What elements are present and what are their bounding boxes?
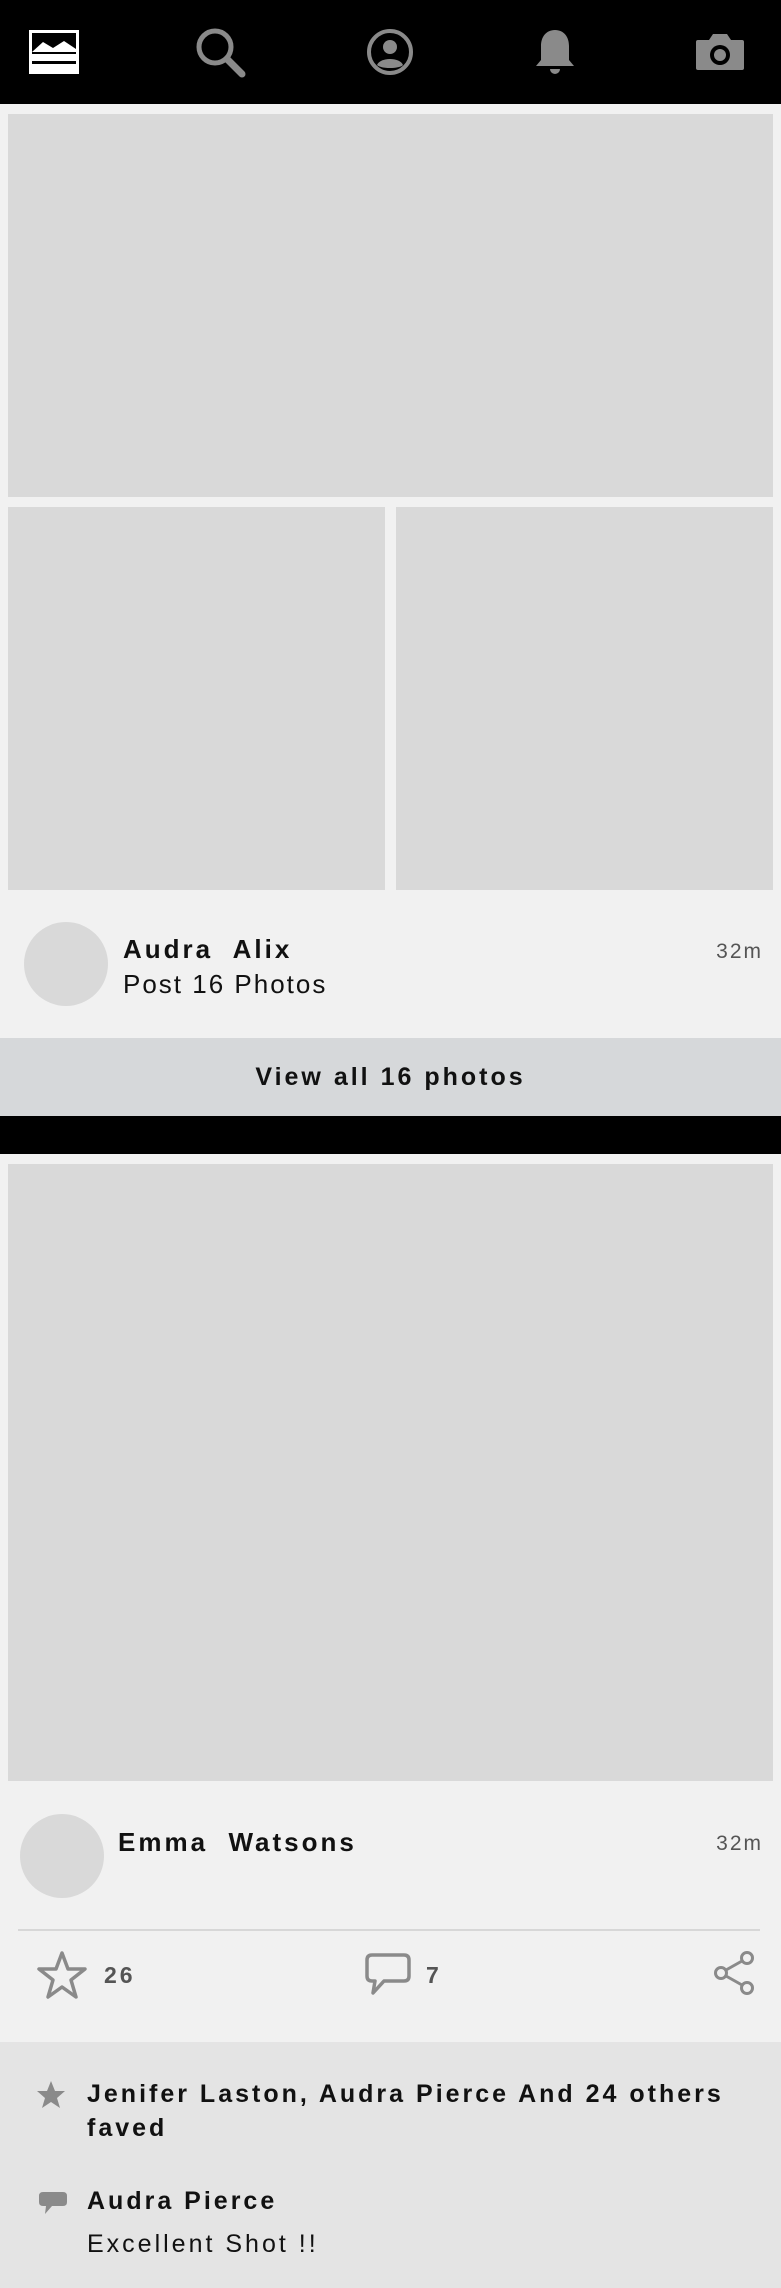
- post-photo-large[interactable]: [8, 114, 773, 497]
- post-timestamp: 32m: [716, 1832, 763, 1855]
- avatar[interactable]: [20, 1814, 104, 1898]
- activity-section: Jenifer Laston, Audra Pierce And 24 othe…: [0, 2042, 781, 2288]
- fav-button[interactable]: 26: [36, 1950, 136, 2000]
- comment-button[interactable]: 7: [364, 1952, 442, 1998]
- post-author-name[interactable]: Emma Watsons: [118, 1827, 357, 1858]
- comment-bubble-icon: [39, 2192, 67, 2214]
- post-author-name[interactable]: Audra Alix: [123, 934, 292, 965]
- comment-text: Excellent Shot !!: [87, 2230, 319, 2258]
- view-all-photos-button[interactable]: View all 16 photos: [0, 1038, 781, 1116]
- comment-icon: [365, 1953, 411, 1995]
- top-nav-bar: [0, 0, 781, 104]
- star-icon: [37, 2081, 65, 2108]
- share-button[interactable]: [712, 1950, 756, 1996]
- post-subtitle: Post 16 Photos: [123, 969, 328, 999]
- star-outline-icon: [37, 1951, 87, 1999]
- post-timestamp: 32m: [716, 940, 763, 963]
- section-divider: [0, 1116, 781, 1154]
- post-photo-left[interactable]: [8, 507, 385, 890]
- share-icon: [714, 1951, 754, 1995]
- post-photo[interactable]: [8, 1164, 773, 1781]
- feed-icon[interactable]: [26, 24, 82, 80]
- comment-author[interactable]: Audra Pierce: [87, 2184, 277, 2218]
- bell-icon[interactable]: [527, 24, 583, 80]
- search-icon[interactable]: [192, 24, 248, 80]
- comment-count: 7: [426, 1961, 442, 1988]
- camera-icon[interactable]: [692, 24, 748, 80]
- fav-count: 26: [104, 1961, 136, 1988]
- faved-summary[interactable]: Jenifer Laston, Audra Pierce And 24 othe…: [87, 2077, 757, 2145]
- avatar[interactable]: [24, 922, 108, 1006]
- divider: [18, 1929, 760, 1931]
- post-photo-right[interactable]: [396, 507, 773, 890]
- profile-icon[interactable]: [362, 24, 418, 80]
